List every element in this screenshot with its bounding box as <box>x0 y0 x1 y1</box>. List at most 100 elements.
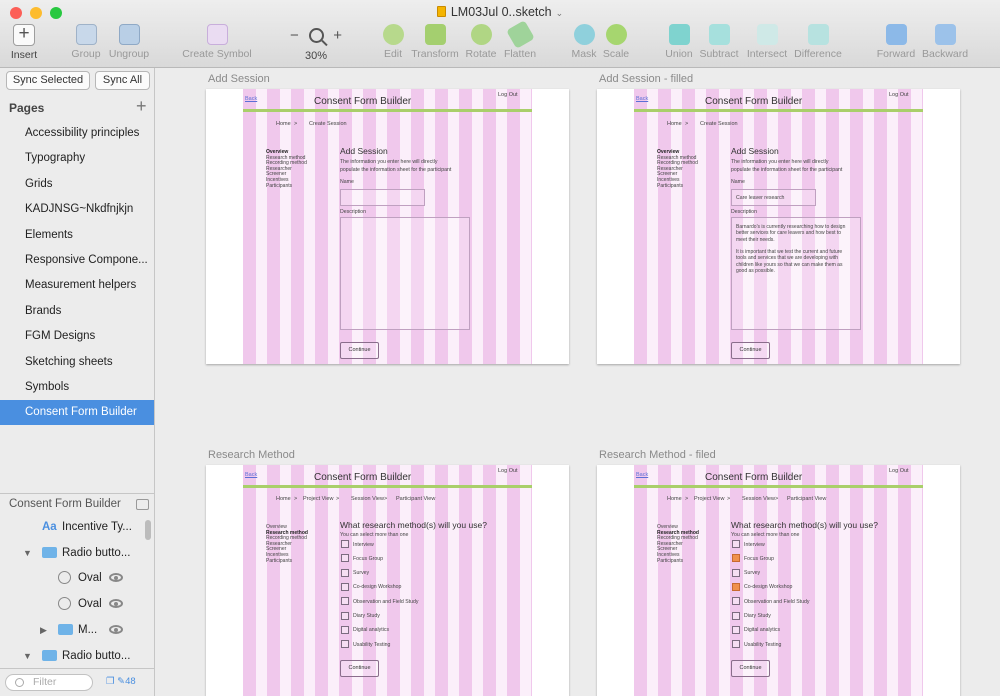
description-text: Barnardo's is currently researching how … <box>736 224 846 230</box>
eye-icon[interactable] <box>109 625 123 634</box>
artboard[interactable]: Back Log Out Consent Form Builder Home > Crea… <box>206 89 569 364</box>
filter-placeholder: Filter <box>33 676 57 688</box>
artboard[interactable]: Back Log Out Consent Form Builder Home > Proj… <box>597 465 960 696</box>
page-item[interactable]: Typography <box>0 146 154 171</box>
artboard[interactable]: Back Log Out Consent Form Builder Home > Proj… <box>206 465 569 696</box>
name-input[interactable] <box>340 189 425 206</box>
filter-input[interactable]: Filter <box>5 674 93 691</box>
insert-button[interactable]: + Insert <box>8 24 40 61</box>
disclosure-right-icon[interactable]: ▶ <box>40 617 47 643</box>
eye-icon[interactable] <box>109 573 123 582</box>
artboard-title[interactable]: Add Session <box>208 73 270 85</box>
rotate-button[interactable]: Rotate <box>465 24 497 60</box>
checkbox-label: Co-design Workshop <box>744 584 793 591</box>
transform-button[interactable]: Transform <box>410 24 460 60</box>
forward-button[interactable]: Forward <box>876 24 916 60</box>
continue-button[interactable]: Continue <box>731 342 770 359</box>
backward-button[interactable]: Backward <box>922 24 968 60</box>
canvas[interactable]: Add Session Back Log Out Consent Form Build… <box>155 68 1000 696</box>
union-button[interactable]: Union <box>663 24 695 60</box>
layer-row[interactable]: ▼ Radio butto... <box>0 643 154 669</box>
layer-label: Radio butto... <box>62 650 131 662</box>
folder-icon <box>42 547 57 558</box>
checkbox[interactable] <box>341 582 349 591</box>
page-item[interactable]: FGM Designs <box>0 324 154 349</box>
intersect-button[interactable]: Intersect <box>745 24 789 60</box>
layer-row[interactable]: Oval <box>0 565 154 591</box>
artboard-title[interactable]: Research Method <box>208 449 295 461</box>
symbols-filter[interactable]: ❐ ✎48 <box>106 676 136 687</box>
breadcrumb-item: > <box>685 496 689 502</box>
checkbox-label: Interview <box>353 541 374 548</box>
window-title[interactable]: LM03Jul 0..sketch ⌄ <box>0 5 1000 19</box>
question-heading: What research method(s) will you use? <box>731 520 878 530</box>
checkbox[interactable] <box>732 611 740 620</box>
page-item[interactable]: Accessibility principles <box>0 121 154 146</box>
continue-button[interactable]: Continue <box>731 660 770 677</box>
layer-row[interactable]: ▶ M... <box>0 617 154 643</box>
disclosure-down-icon[interactable]: ▼ <box>23 540 32 566</box>
page-item[interactable]: Responsive Compone... <box>0 248 154 273</box>
plus-icon: + <box>13 24 35 46</box>
oval-icon <box>58 571 71 584</box>
checkbox[interactable] <box>732 640 740 649</box>
create-symbol-button[interactable]: Create Symbol <box>182 24 252 60</box>
checkbox[interactable] <box>341 597 349 606</box>
checkbox[interactable] <box>341 540 349 548</box>
difference-button[interactable]: Difference <box>793 24 843 60</box>
scale-button[interactable]: Scale <box>601 24 631 60</box>
edit-button[interactable]: Edit <box>379 24 407 60</box>
checkbox[interactable] <box>341 640 349 649</box>
checkbox[interactable] <box>341 568 349 577</box>
rotate-icon <box>470 24 492 45</box>
breadcrumb-current: Create Session <box>309 121 347 127</box>
page-item[interactable]: Symbols <box>0 375 154 400</box>
checkbox[interactable] <box>341 625 349 634</box>
checkbox[interactable] <box>732 554 740 563</box>
side-nav-item: Participants <box>266 182 293 189</box>
continue-button[interactable]: Continue <box>340 660 379 677</box>
layer-row[interactable]: ▼ Radio butto... <box>0 540 154 566</box>
add-page-button[interactable]: + <box>136 96 147 117</box>
page-item[interactable]: Sketching sheets <box>0 350 154 375</box>
layers-scrollbar[interactable] <box>145 520 151 540</box>
checkbox[interactable] <box>732 568 740 577</box>
page-item[interactable]: Elements <box>0 223 154 248</box>
sidebar: Sync Selected Sync All Pages + Accessibi… <box>0 68 155 696</box>
breadcrumb-item: > <box>336 496 340 502</box>
group-button[interactable]: Group <box>68 24 104 60</box>
page-item[interactable]: Consent Form Builder <box>0 400 154 426</box>
ungroup-button[interactable]: Ungroup <box>107 24 151 60</box>
page-item[interactable]: Grids <box>0 172 154 197</box>
page-item[interactable]: Brands <box>0 299 154 324</box>
artboard-title[interactable]: Research Method - filed <box>599 449 716 461</box>
artboard-title[interactable]: Add Session - filled <box>599 73 693 85</box>
checkbox-label: Observation and Field Study <box>353 598 419 605</box>
zoom-out-button[interactable]: − <box>290 27 299 44</box>
checkbox[interactable] <box>732 597 740 606</box>
description-textarea[interactable]: Barnardo's is currently researching how … <box>731 217 861 330</box>
continue-button[interactable]: Continue <box>340 342 379 359</box>
layer-row[interactable]: Aa Incentive Ty... <box>0 514 154 540</box>
checkbox-label: Survey <box>744 570 761 577</box>
subtract-button[interactable]: Subtract <box>698 24 740 60</box>
checkbox[interactable] <box>341 611 349 620</box>
sync-selected-button[interactable]: Sync Selected <box>6 71 90 90</box>
collapse-layers-icon[interactable] <box>136 499 149 510</box>
checkbox[interactable] <box>732 582 740 591</box>
checkbox[interactable] <box>341 554 349 563</box>
page-item[interactable]: KADJNSG~Nkdfnjkjn <box>0 197 154 222</box>
flatten-button[interactable]: Flatten <box>502 20 538 60</box>
zoom-in-button[interactable]: + <box>333 27 342 44</box>
description-textarea[interactable] <box>340 217 470 330</box>
page-item[interactable]: Measurement helpers <box>0 273 154 298</box>
disclosure-down-icon[interactable]: ▼ <box>23 643 32 669</box>
layer-row[interactable]: Oval <box>0 591 154 617</box>
mask-button[interactable]: Mask <box>570 24 598 60</box>
name-input[interactable]: Care leaver research <box>731 189 816 206</box>
sync-all-button[interactable]: Sync All <box>95 71 150 90</box>
checkbox[interactable] <box>732 540 740 548</box>
eye-icon[interactable] <box>109 599 123 608</box>
artboard[interactable]: Back Log Out Consent Form Builder Home > Crea… <box>597 89 960 364</box>
checkbox[interactable] <box>732 625 740 634</box>
